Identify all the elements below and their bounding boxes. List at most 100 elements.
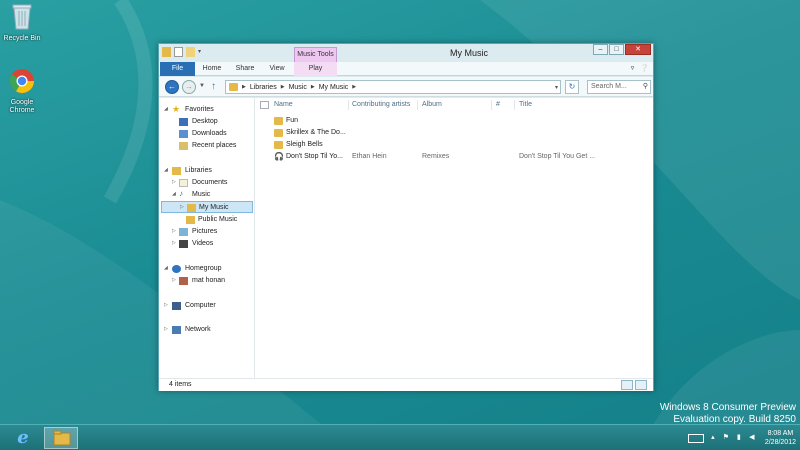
tab-view[interactable]: View — [261, 62, 293, 76]
close-button[interactable]: ✕ — [625, 44, 651, 55]
recycle-bin-icon — [0, 2, 44, 33]
nav-favorites[interactable]: ◢ ★ Favorites — [159, 104, 255, 115]
homegroup-icon — [172, 265, 181, 273]
col-name[interactable]: Name — [274, 101, 293, 108]
nav-public-music[interactable]: Public Music — [159, 214, 255, 225]
nav-pictures[interactable]: ▷ Pictures — [159, 226, 255, 237]
address-path[interactable]: ▶ Libraries ▶ Music ▶ My Music ▶ — [225, 80, 561, 94]
crumb-music[interactable]: Music — [289, 84, 307, 91]
properties-icon[interactable] — [174, 47, 183, 57]
volume-icon[interactable]: ◀ — [748, 434, 756, 442]
nav-music[interactable]: ◢ ♪ Music — [159, 189, 255, 200]
up-arrow-icon: ↑ — [211, 81, 216, 92]
ribbon-right-icons: ▿ ❔ — [631, 64, 649, 72]
file-row[interactable]: Skrillex & The Do... — [256, 127, 654, 139]
path-separator-icon[interactable]: ▶ — [352, 84, 356, 90]
action-center-flag-icon[interactable]: ⚑ — [722, 434, 730, 442]
recycle-bin-label: Recycle Bin — [3, 35, 41, 42]
file-list[interactable]: Name Contributing artists Album # Title … — [256, 98, 654, 378]
file-row[interactable]: Sleigh Bells — [256, 139, 654, 151]
forward-button[interactable]: → — [182, 80, 196, 94]
select-all-checkbox[interactable] — [260, 101, 269, 109]
col-contributing-artists[interactable]: Contributing artists — [352, 101, 410, 108]
tab-play[interactable]: Play — [294, 62, 337, 76]
customize-qat-icon[interactable]: ▾ — [198, 47, 207, 57]
file-explorer-button[interactable] — [44, 427, 78, 449]
path-separator-icon[interactable]: ▶ — [311, 84, 315, 90]
help-icon[interactable]: ❔ — [640, 64, 649, 72]
nav-libraries[interactable]: ◢ Libraries — [159, 165, 255, 176]
internet-explorer-button[interactable]: e — [6, 427, 40, 449]
window-title: My Music — [450, 48, 488, 58]
nav-computer[interactable]: ▷ Computer — [159, 300, 255, 311]
expand-arrow-icon[interactable]: ▷ — [164, 300, 168, 311]
back-button[interactable]: ← — [165, 80, 179, 94]
computer-icon — [172, 302, 181, 310]
search-icon: ⚲ — [642, 83, 648, 90]
expand-arrow-icon[interactable]: ▷ — [172, 177, 176, 188]
tab-file[interactable]: File — [160, 62, 195, 76]
tab-home[interactable]: Home — [195, 62, 229, 76]
crumb-libraries[interactable]: Libraries — [250, 84, 277, 91]
col-album[interactable]: Album — [422, 101, 442, 108]
col-track-number[interactable]: # — [496, 101, 500, 108]
column-divider[interactable] — [348, 100, 349, 110]
search-input[interactable]: Search M... ⚲ — [587, 80, 651, 94]
collapse-arrow-icon[interactable]: ◢ — [164, 104, 168, 115]
clock[interactable]: 8:08 AM 2/28/2012 — [765, 429, 796, 447]
navigation-pane[interactable]: ◢ ★ Favorites Desktop Downloads Recent p… — [159, 98, 255, 378]
nav-desktop[interactable]: Desktop — [159, 116, 255, 127]
col-title[interactable]: Title — [519, 101, 532, 108]
nav-my-music[interactable]: ▷ My Music — [161, 201, 253, 213]
nav-recent-places[interactable]: Recent places — [159, 140, 255, 151]
column-divider[interactable] — [491, 100, 492, 110]
nav-downloads[interactable]: Downloads — [159, 128, 255, 139]
title-bar[interactable]: ▾ Music Tools My Music – □ ✕ — [159, 44, 653, 62]
tab-share[interactable]: Share — [229, 62, 261, 76]
nav-videos[interactable]: ▷ Videos — [159, 238, 255, 249]
expand-arrow-icon[interactable]: ▷ — [172, 226, 176, 237]
details-view-button[interactable] — [621, 380, 633, 390]
address-history-dropdown[interactable]: ▾ — [555, 84, 558, 91]
minimize-button[interactable]: – — [593, 44, 608, 55]
expand-arrow-icon[interactable]: ▷ — [172, 238, 176, 249]
expand-ribbon-icon[interactable]: ▿ — [631, 64, 635, 72]
file-row[interactable]: 🎧 Don't Stop Til Yo... Ethan Hein Remixe… — [256, 151, 654, 163]
expand-arrow-icon[interactable]: ▷ — [164, 324, 168, 335]
nav-homegroup-label: Homegroup — [185, 265, 222, 272]
taskbar: e ▴ ⚑ ▮ ◀ 8:08 AM 2/28/2012 — [0, 424, 800, 450]
expand-arrow-icon[interactable]: ▷ — [180, 202, 184, 213]
nav-network[interactable]: ▷ Network — [159, 324, 255, 335]
collapse-arrow-icon[interactable]: ◢ — [172, 189, 176, 200]
file-row[interactable]: Fun — [256, 115, 654, 127]
chrome-icon — [0, 68, 44, 97]
show-hidden-icons-icon[interactable]: ▴ — [709, 434, 717, 442]
collapse-arrow-icon[interactable]: ◢ — [164, 165, 168, 176]
path-separator-icon[interactable]: ▶ — [281, 84, 285, 90]
new-folder-icon[interactable] — [186, 47, 195, 57]
watermark-line1: Windows 8 Consumer Preview — [659, 402, 796, 413]
collapse-arrow-icon[interactable]: ◢ — [164, 263, 168, 274]
network-status-icon[interactable]: ▮ — [735, 434, 743, 442]
refresh-button[interactable]: ↻ — [565, 80, 579, 94]
touch-keyboard-icon[interactable] — [687, 433, 704, 443]
column-divider[interactable] — [417, 100, 418, 110]
google-chrome-shortcut[interactable]: Google Chrome — [0, 68, 44, 115]
item-count: 4 items — [169, 381, 192, 388]
folder-icon[interactable] — [162, 47, 171, 57]
recent-locations-dropdown[interactable]: ▼ — [199, 83, 205, 89]
nav-recent-places-label: Recent places — [192, 142, 237, 149]
nav-user[interactable]: ▷ mat honan — [159, 275, 255, 286]
recycle-bin-shortcut[interactable]: Recycle Bin — [0, 2, 44, 43]
large-icons-view-button[interactable] — [635, 380, 647, 390]
crumb-my-music[interactable]: My Music — [319, 84, 349, 91]
up-button[interactable]: ↑ — [211, 81, 216, 92]
nav-homegroup[interactable]: ◢ Homegroup — [159, 263, 255, 274]
path-separator-icon[interactable]: ▶ — [242, 84, 246, 90]
column-divider[interactable] — [514, 100, 515, 110]
file-title: Don't Stop Til You Get ... — [519, 153, 596, 160]
expand-arrow-icon[interactable]: ▷ — [172, 275, 176, 286]
nav-desktop-label: Desktop — [192, 118, 218, 125]
maximize-button[interactable]: □ — [609, 44, 624, 55]
nav-documents[interactable]: ▷ Documents — [159, 177, 255, 188]
